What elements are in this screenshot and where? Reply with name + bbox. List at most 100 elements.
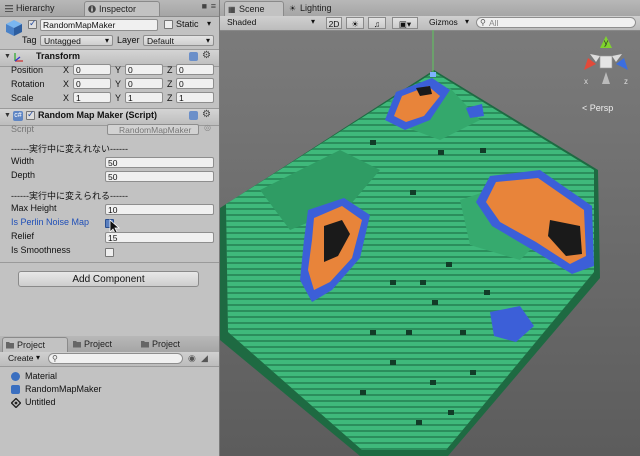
gameobject-cube-icon: [6, 20, 22, 36]
script-asset-icon: [11, 385, 20, 394]
material-icon: [11, 372, 20, 381]
audio-toggle[interactable]: ♫: [368, 17, 386, 29]
smoothness-label: Is Smoothness: [11, 245, 71, 255]
scale-x-field[interactable]: 1: [73, 92, 111, 103]
foldout-triangle-icon[interactable]: ▼: [4, 112, 11, 119]
axis-x-label: X: [63, 65, 70, 75]
tab-lighting[interactable]: ☀ Lighting: [286, 1, 352, 16]
gear-icon[interactable]: ⚙: [202, 50, 211, 61]
position-x-field[interactable]: 0: [73, 64, 111, 75]
tab-project-1[interactable]: Project: [2, 337, 68, 352]
script-enabled-checkbox[interactable]: ✓: [26, 109, 35, 120]
smoothness-checkbox[interactable]: [105, 248, 114, 257]
scene-toolbar: Shaded 2D ☀ ♫ ▣▾ Gizmos ⚲ All: [220, 16, 640, 31]
filter-type-icon[interactable]: ◉: [188, 353, 196, 364]
scene-search-input[interactable]: ⚲ All: [476, 17, 636, 28]
persp-label[interactable]: < Persp: [582, 103, 613, 113]
2d-toggle-button[interactable]: 2D: [326, 17, 342, 29]
tab-hierarchy-label: Hierarchy: [16, 3, 55, 13]
tab-hierarchy[interactable]: Hierarchy: [2, 1, 82, 16]
relief-label: Relief: [11, 231, 35, 241]
axis-z-label: Z: [167, 79, 173, 89]
max-height-label: Max Height: [11, 203, 57, 213]
static-dropdown-icon[interactable]: ▾: [207, 19, 211, 28]
project-search-input[interactable]: ⚲: [48, 353, 183, 364]
script-icon: c#: [13, 111, 23, 121]
active-checkbox[interactable]: ✓: [28, 18, 37, 29]
info-icon: [88, 5, 96, 13]
scale-label: Scale: [11, 93, 34, 103]
search-placeholder: All: [489, 18, 499, 28]
folder-icon: [73, 341, 81, 348]
list-icon: [5, 5, 13, 12]
tab-scene-label: Scene: [239, 4, 265, 14]
sun-icon: ☀: [351, 19, 359, 29]
folder-icon: [141, 341, 149, 348]
tab-project-3-label: Project: [152, 339, 181, 349]
position-z-field[interactable]: 0: [176, 64, 214, 75]
width-label: Width: [11, 156, 35, 166]
layer-dropdown[interactable]: Default: [143, 35, 214, 46]
shading-mode-dropdown[interactable]: Shaded: [224, 16, 318, 28]
tab-project-3[interactable]: Project: [138, 337, 204, 352]
project-toolbar: Create ⚲ ◉ ◢: [0, 352, 219, 367]
list-item-label: Material: [25, 371, 58, 381]
object-picker-icon[interactable]: ◎: [204, 123, 211, 132]
inspector-panel: Hierarchy Inspector ■ ≡ ✓ RandomMapMaker…: [0, 0, 220, 456]
transform-row-scale: Scale X 1 Y 1 Z 1: [0, 91, 219, 105]
orientation-gizmo[interactable]: y x z: [578, 34, 636, 98]
depth-field[interactable]: 50: [105, 171, 214, 182]
help-icon[interactable]: [189, 111, 198, 120]
max-height-field[interactable]: 10: [105, 204, 214, 215]
effects-dropdown[interactable]: ▣▾: [392, 17, 418, 29]
width-field[interactable]: 50: [105, 157, 214, 168]
script-component-title: Random Map Maker (Script): [38, 110, 158, 120]
gear-icon[interactable]: ⚙: [202, 109, 211, 120]
left-tab-bar: Hierarchy Inspector ■ ≡: [0, 0, 219, 17]
tab-project-2-label: Project: [84, 339, 113, 349]
axis-z-label: Z: [167, 65, 173, 75]
scene-tab-bar: ▦ Scene ☀ Lighting: [220, 0, 640, 17]
add-component-button[interactable]: Add Component: [18, 271, 199, 287]
position-y-field[interactable]: 0: [125, 64, 163, 75]
script-reference-value: RandomMapMaker: [119, 125, 192, 135]
scale-y-field[interactable]: 1: [125, 92, 163, 103]
project-tab-bar: Project Project Project: [0, 336, 219, 353]
axis-y-label: Y: [115, 79, 122, 89]
rotation-x-field[interactable]: 0: [73, 78, 111, 89]
rotation-z-field[interactable]: 0: [176, 78, 214, 89]
tag-dropdown[interactable]: Untagged: [40, 35, 113, 46]
axis-x-label: X: [63, 79, 70, 89]
panel-menu-icon[interactable]: ≡: [211, 1, 216, 11]
relief-field[interactable]: 15: [105, 232, 214, 243]
terrain-viewport: [220, 30, 600, 456]
axis-x-label: X: [63, 93, 70, 103]
static-checkbox[interactable]: [164, 20, 173, 29]
transform-row-rotation: Rotation X 0 Y 0 Z 0: [0, 77, 219, 91]
rotation-y-field[interactable]: 0: [125, 78, 163, 89]
help-icon[interactable]: [189, 52, 198, 61]
speaker-icon: ♫: [373, 19, 381, 29]
gizmo-y-label: y: [604, 38, 608, 47]
scene-view[interactable]: ▦ Scene ☀ Lighting Shaded 2D ☀ ♫ ▣▾ Gizm…: [220, 0, 640, 456]
lightbulb-icon: ☀: [289, 4, 297, 13]
gizmos-dropdown[interactable]: Gizmos: [426, 16, 472, 28]
lock-icon[interactable]: ■: [202, 1, 207, 11]
scale-z-field[interactable]: 1: [176, 92, 214, 103]
rotation-label: Rotation: [11, 79, 45, 89]
gizmo-x-label: x: [584, 77, 588, 86]
foldout-triangle-icon[interactable]: ▼: [4, 53, 11, 60]
unity-scene-icon: [11, 398, 21, 408]
axis-z-label: Z: [167, 93, 173, 103]
section-header-runtime: ------実行中に変えられる------: [11, 191, 128, 201]
create-dropdown[interactable]: Create: [5, 352, 43, 364]
tab-inspector[interactable]: Inspector: [84, 1, 160, 16]
scene-lighting-toggle[interactable]: ☀: [346, 17, 364, 29]
tab-scene[interactable]: ▦ Scene: [224, 1, 284, 16]
filter-label-icon[interactable]: ◢: [201, 353, 208, 364]
object-name-field[interactable]: RandomMapMaker: [40, 19, 158, 31]
section-header-fixed: ------実行中に変えれない------: [11, 144, 128, 154]
tab-project-2[interactable]: Project: [70, 337, 136, 352]
tab-project-1-label: Project: [17, 340, 46, 350]
transform-title: Transform: [36, 51, 81, 61]
